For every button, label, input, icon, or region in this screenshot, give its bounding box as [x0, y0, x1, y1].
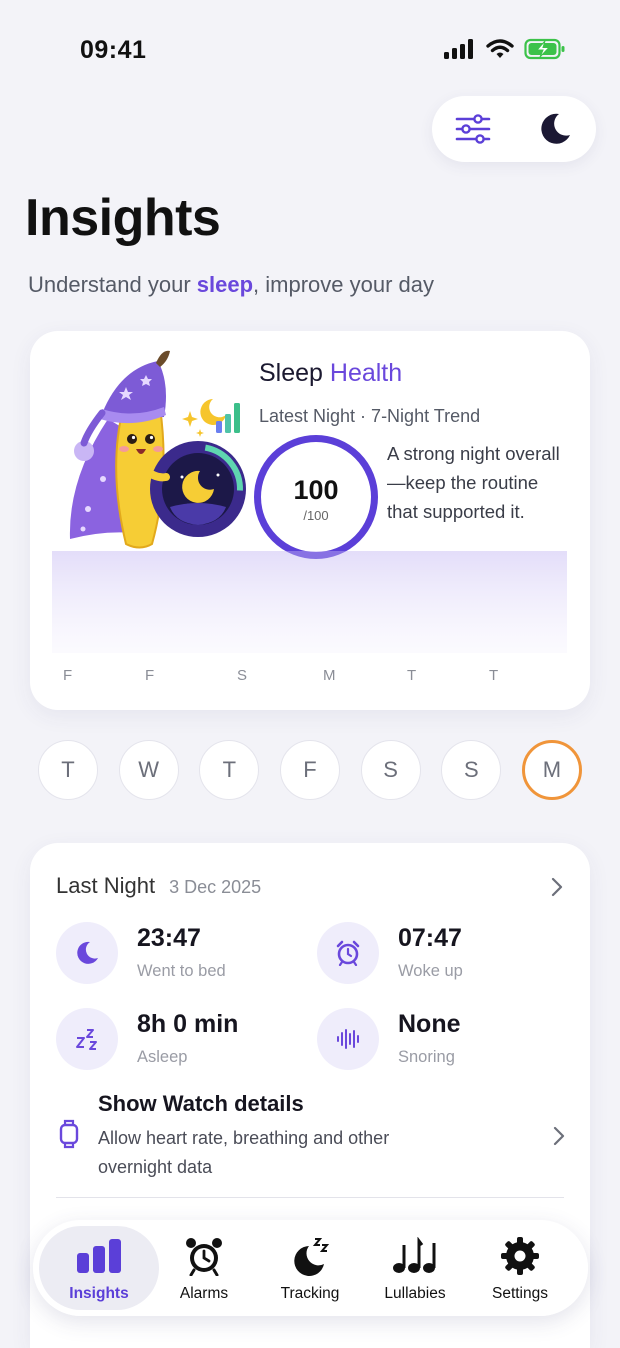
filter-button[interactable] [449, 105, 497, 153]
sleep-health-title-main: Sleep [259, 359, 330, 387]
stat-went-to-bed: 23:47 Went to bed [56, 922, 296, 992]
tab-label: Insights [69, 1285, 129, 1302]
last-night-header[interactable]: Last Night 3 Dec 2025 [56, 873, 261, 899]
trend-axis-label: F [145, 667, 154, 684]
status-bar: 09:41 [0, 0, 620, 100]
day-pill[interactable]: F [279, 740, 340, 800]
watch-details-row[interactable]: Show Watch details Allow heart rate, bre… [56, 1091, 566, 1187]
subtitle-accent: sleep [196, 272, 254, 297]
stat-icon-circle [56, 1008, 118, 1070]
banana-mascot-illustration [69, 350, 246, 549]
alarm-clock-icon [186, 1238, 222, 1276]
sleep-score-ring: 100 /100 [254, 435, 378, 559]
divider [56, 1197, 564, 1198]
tab-icon-wrap [76, 1236, 122, 1276]
top-controls [432, 96, 596, 162]
tab-label: Lullabies [384, 1285, 446, 1302]
tab-icon-wrap [290, 1236, 330, 1276]
dark-mode-button[interactable] [531, 105, 579, 153]
tab-alarms[interactable]: Alarms [151, 1220, 257, 1316]
trend-axis-label: M [323, 667, 336, 684]
asleep-label: Asleep [137, 1048, 188, 1066]
sliders-icon [455, 114, 491, 144]
cellular-signal-icon [444, 39, 473, 59]
chevron-right-icon[interactable] [550, 877, 564, 897]
day-selector: TWTFSSM [38, 740, 582, 802]
watch-icon [59, 1119, 79, 1149]
music-notes-icon [393, 1237, 436, 1273]
stat-icon-circle [317, 1008, 379, 1070]
stat-snoring: None Snoring [317, 1008, 557, 1078]
stat-icon-circle [317, 922, 379, 984]
went-to-bed-label: Went to bed [137, 962, 226, 980]
tab-lullabies[interactable]: Lullabies [362, 1220, 468, 1316]
tab-tracking[interactable]: Tracking [257, 1220, 363, 1316]
sleep-health-title-accent: Health [329, 359, 403, 387]
moon-icon [77, 941, 98, 964]
moon-zzz-icon [294, 1238, 330, 1276]
trend-axis-label: F [63, 667, 72, 684]
chevron-right-icon [553, 1126, 565, 1146]
bar-chart-icon [77, 1239, 121, 1273]
day-pill[interactable]: S [360, 740, 421, 800]
trend-axis-label: T [407, 667, 416, 684]
battery-charging-icon [524, 38, 565, 60]
subtitle-text-start: Understand your [28, 272, 197, 297]
page-title: Insights [25, 189, 221, 247]
snoring-value: None [398, 1010, 461, 1038]
tab-bar: Insights Alarms Tracking Lullabies Setti… [33, 1220, 588, 1316]
sleep-score-max: /100 [303, 508, 329, 523]
stat-icon-circle [56, 922, 118, 984]
snoring-label: Snoring [398, 1048, 455, 1066]
wifi-icon [486, 39, 514, 58]
sleep-health-meta: Latest Night · 7-Night Trend [259, 406, 481, 426]
woke-up-label: Woke up [398, 962, 463, 980]
status-time: 09:41 [80, 36, 147, 64]
sleep-health-description: A strong night overall—keep the routine … [387, 443, 560, 522]
last-night-title: Last Night [56, 873, 156, 898]
day-pill[interactable]: W [118, 740, 179, 800]
tab-label: Tracking [280, 1285, 340, 1302]
tab-label: Alarms [179, 1285, 229, 1302]
went-to-bed-value: 23:47 [137, 924, 201, 952]
sleep-health-card[interactable]: Sleep Health Latest Night · 7-Night Tren… [30, 331, 590, 710]
trend-axis-label: S [237, 667, 247, 684]
gear-icon [501, 1237, 539, 1275]
day-pill[interactable]: S [441, 740, 502, 800]
tab-icon-wrap [500, 1236, 540, 1276]
zzz-icon [76, 1029, 97, 1050]
trend-area [52, 551, 567, 653]
sound-wave-icon [337, 1029, 359, 1049]
tab-label: Settings [491, 1285, 548, 1302]
tab-icon-wrap [184, 1236, 224, 1276]
moon-icon [541, 113, 570, 144]
woke-up-value: 07:47 [398, 924, 462, 952]
day-pill[interactable]: T [199, 740, 260, 800]
trend-chart: FFSMTT [52, 551, 567, 684]
status-icons [444, 38, 566, 60]
tab-insights[interactable]: Insights [46, 1220, 152, 1316]
tab-settings[interactable]: Settings [467, 1220, 573, 1316]
watch-details-title: Show Watch details [98, 1091, 304, 1116]
watch-details-description: Allow heart rate, breathing and other ov… [98, 1128, 390, 1177]
page-subtitle: Understand your sleep, improve your day [28, 272, 434, 298]
tab-icon-wrap [392, 1236, 438, 1276]
last-night-date: 3 Dec 2025 [169, 877, 262, 897]
sleep-score-value: 100 [293, 475, 339, 505]
sleep-health-title: Sleep Health [259, 359, 402, 388]
asleep-value: 8h 0 min [137, 1010, 239, 1038]
day-pill[interactable]: T [38, 740, 98, 800]
stat-woke-up: 07:47 Woke up [317, 922, 557, 992]
alarm-clock-icon [336, 940, 360, 966]
stat-asleep: 8h 0 min Asleep [56, 1008, 296, 1078]
trend-axis-label: T [489, 667, 498, 684]
subtitle-text-end: , improve your day [253, 272, 434, 297]
trend-axis-labels: FFSMTT [63, 667, 498, 684]
day-pill[interactable]: M [521, 740, 582, 800]
